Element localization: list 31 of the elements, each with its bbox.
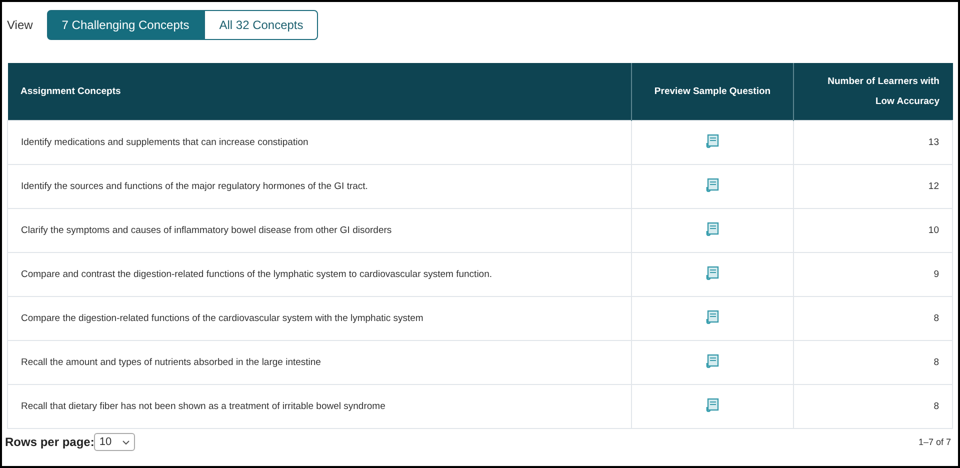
learner-count-cell: 9: [794, 252, 952, 296]
concept-cell: Clarify the symptoms and causes of inflammatory bowel disease from other GI disorders: [8, 208, 632, 252]
document-icon[interactable]: [706, 310, 719, 324]
learner-count-cell: 10: [794, 208, 952, 252]
page-range-text: 1–7 of 7: [918, 437, 952, 447]
concept-cell: Identify medications and supplements that can increase constipation: [8, 120, 632, 164]
document-icon[interactable]: [706, 134, 719, 148]
learner-count-cell: 13: [794, 120, 952, 164]
rows-per-page-label: Rows per page:: [5, 435, 94, 449]
concept-cell: Compare and contrast the digestion-related functions of the lymphatic system to cardiovascular system function.: [8, 252, 632, 296]
learner-count-cell: 12: [794, 164, 952, 208]
learner-count-cell: 8: [794, 340, 952, 384]
column-header: Number of Learners with Low Accuracy: [794, 63, 952, 120]
learner-count-cell: 8: [794, 384, 952, 428]
caret-icon: [122, 440, 130, 444]
column-header: Preview Sample Question: [632, 63, 794, 120]
view-label: View: [7, 18, 33, 32]
concept-cell: Recall that dietary fiber has not been shown as a treatment of irritable bowel syndrome: [8, 384, 632, 428]
document-icon[interactable]: [706, 398, 719, 412]
document-icon[interactable]: [706, 178, 719, 192]
concept-cell: Identify the sources and functions of the major regulatory hormones of the GI tract.: [8, 164, 632, 208]
document-icon[interactable]: [706, 354, 719, 368]
column-header: Assignment Concepts: [8, 63, 632, 120]
learner-count-cell: 8: [794, 296, 952, 340]
document-icon[interactable]: [706, 266, 719, 280]
concept-cell: Recall the amount and types of nutrients absorbed in the large intestine: [8, 340, 632, 384]
view-toggle-button[interactable]: 7 Challenging Concepts: [46, 10, 204, 40]
document-icon[interactable]: [706, 222, 719, 236]
concept-cell: Compare the digestion-related functions of the cardiovascular system with the lymphatic system: [8, 296, 632, 340]
rows-per-page-select[interactable]: 10: [94, 433, 135, 451]
view-toggle-button[interactable]: All 32 Concepts: [204, 10, 318, 40]
